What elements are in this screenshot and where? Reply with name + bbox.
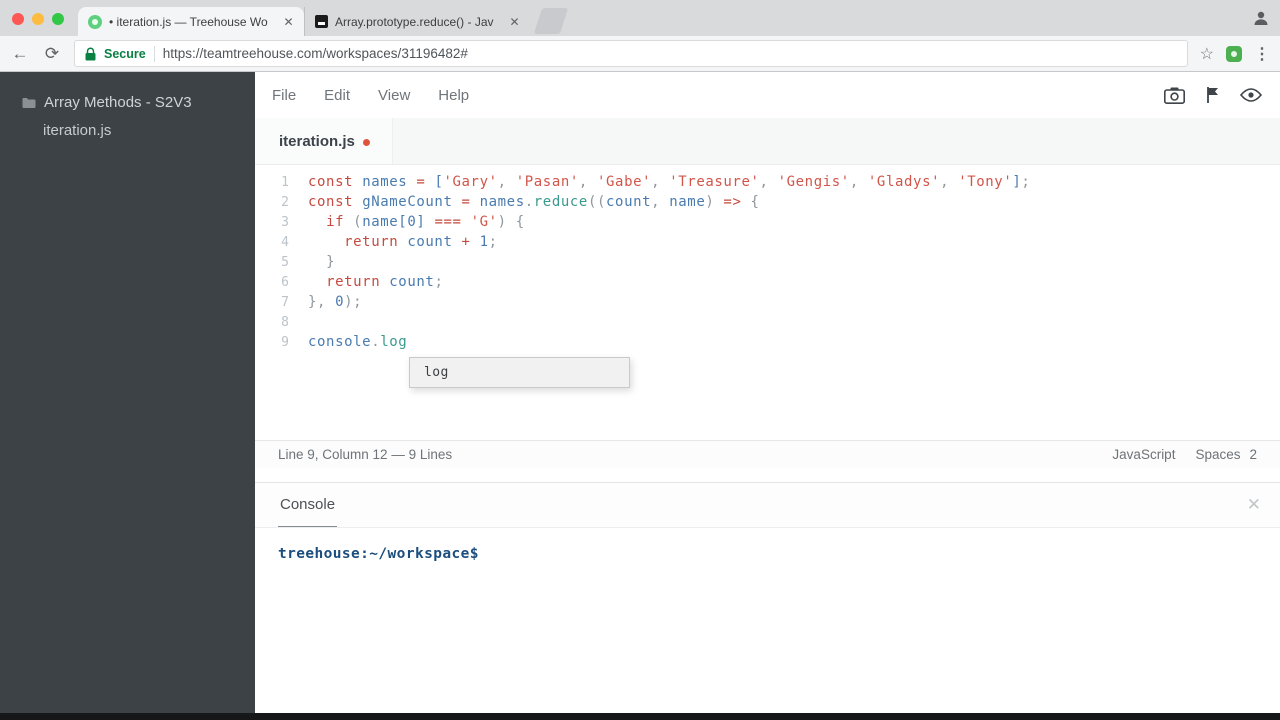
code-line[interactable]: 8	[255, 312, 1280, 332]
file-tree-sidebar: Array Methods - S2V3 iteration.js	[0, 72, 255, 720]
workspace-menubar: File Edit View Help	[255, 72, 1280, 118]
address-bar[interactable]: Secure https://teamtreehouse.com/workspa…	[74, 40, 1188, 67]
console-tab[interactable]: Console	[278, 483, 338, 527]
close-window-button[interactable]	[12, 13, 24, 25]
terminal-prompt: treehouse:~/workspace$	[278, 546, 479, 562]
tab-close-icon[interactable]: ✕	[281, 15, 296, 29]
editor-pane: File Edit View Help iteration.js 1 const…	[255, 72, 1280, 720]
editor-tab-iteration[interactable]: iteration.js	[255, 118, 393, 164]
cursor-position-text: Line 9, Column 12 — 9 Lines	[278, 447, 453, 462]
line-number: 9	[281, 334, 289, 350]
sidebar-item-project[interactable]: Array Methods - S2V3	[0, 94, 255, 111]
reload-icon[interactable]: ⟳	[42, 44, 62, 64]
preview-eye-icon[interactable]	[1240, 88, 1262, 102]
menubar-actions	[1164, 86, 1280, 104]
treehouse-favicon-icon	[88, 14, 102, 29]
code-text: const gNameCount = names.reduce((count, …	[308, 194, 760, 210]
code-text: }, 0);	[308, 294, 363, 310]
menu-help[interactable]: Help	[438, 87, 469, 104]
code-line[interactable]: 3 if (name[0] === 'G') {	[255, 212, 1280, 232]
code-text: }	[326, 254, 336, 270]
code-line[interactable]: 2 const gNameCount = names.reduce((count,…	[255, 192, 1280, 212]
tab-title: Array.prototype.reduce() - Jav	[335, 14, 494, 29]
back-icon[interactable]: ←	[10, 44, 30, 64]
snapshot-camera-icon[interactable]	[1164, 87, 1185, 104]
panel-gap	[255, 468, 1280, 482]
tab-title: • iteration.js — Treehouse Wo	[109, 14, 268, 29]
menu-file[interactable]: File	[272, 87, 296, 104]
browser-tabs: • iteration.js — Treehouse Wo ✕ Array.pr…	[78, 0, 569, 36]
browser-tab-strip: • iteration.js — Treehouse Wo ✕ Array.pr…	[0, 0, 1280, 36]
line-number: 1	[281, 174, 289, 190]
minimize-window-button[interactable]	[32, 13, 44, 25]
statusbar-right: JavaScript Spaces 2	[1112, 447, 1257, 462]
bottom-video-bar	[0, 713, 1280, 720]
bookmark-star-icon[interactable]: ☆	[1200, 44, 1214, 64]
line-number: 8	[281, 314, 289, 330]
workspace: Array Methods - S2V3 iteration.js File E…	[0, 72, 1280, 720]
code-line[interactable]: 6 return count;	[255, 272, 1280, 292]
tab-close-icon[interactable]: ✕	[507, 15, 522, 29]
code-line[interactable]: 4 return count + 1;	[255, 232, 1280, 252]
indent-size-selector[interactable]: 2	[1249, 447, 1257, 462]
language-mode-selector[interactable]: JavaScript	[1112, 447, 1175, 462]
line-number: 7	[281, 294, 289, 310]
code-text: return count;	[326, 274, 444, 290]
editor-tab-label: iteration.js	[279, 132, 355, 150]
browser-tab-mdn[interactable]: Array.prototype.reduce() - Jav ✕	[304, 7, 530, 36]
code-text: console.log	[308, 334, 408, 350]
project-name: Array Methods - S2V3	[44, 94, 192, 111]
line-number: 2	[281, 194, 289, 210]
line-number: 6	[281, 274, 289, 290]
lock-icon	[85, 47, 96, 60]
console-close-icon[interactable]: ✕	[1247, 495, 1261, 515]
window-controls	[12, 13, 64, 25]
line-number: 3	[281, 214, 289, 230]
editor-tabbar: iteration.js	[255, 118, 1280, 165]
code-text: if (name[0] === 'G') {	[326, 214, 525, 230]
unsaved-dot-icon	[362, 138, 370, 146]
mdn-favicon-icon	[315, 15, 328, 28]
console-header: Console ✕	[255, 482, 1280, 528]
menu-edit[interactable]: Edit	[324, 87, 350, 104]
autocomplete-item[interactable]: log	[410, 358, 629, 387]
menu-view[interactable]: View	[378, 87, 410, 104]
extension-icon[interactable]	[1226, 45, 1242, 62]
editor-statusbar: Line 9, Column 12 — 9 Lines JavaScript S…	[255, 440, 1280, 468]
fork-flag-icon[interactable]	[1206, 86, 1219, 104]
code-text: const names = ['Gary', 'Pasan', 'Gabe', …	[308, 174, 1031, 190]
browser-menu-icon[interactable]: ⋮	[1254, 44, 1270, 64]
browser-toolbar: ← ⟳ Secure https://teamtreehouse.com/wor…	[0, 36, 1280, 72]
url-text[interactable]: https://teamtreehouse.com/workspaces/311…	[163, 46, 1177, 61]
autocomplete-popup: log	[409, 357, 630, 388]
code-line[interactable]: 9 console.log	[255, 332, 1280, 352]
omnibox-divider	[153, 45, 155, 62]
folder-icon	[22, 97, 36, 108]
code-lines: 1 const names = ['Gary', 'Pasan', 'Gabe',…	[255, 172, 1280, 352]
line-number: 4	[281, 234, 289, 250]
line-number: 5	[281, 254, 289, 270]
indent-type-selector[interactable]: Spaces	[1195, 447, 1240, 462]
zoom-window-button[interactable]	[52, 13, 64, 25]
secure-badge[interactable]: Secure	[104, 47, 146, 61]
profile-icon[interactable]	[1252, 9, 1270, 27]
sidebar-item-file[interactable]: iteration.js	[0, 122, 255, 139]
code-editor[interactable]: 1 const names = ['Gary', 'Pasan', 'Gabe',…	[255, 165, 1280, 440]
new-tab-button[interactable]	[533, 8, 569, 34]
code-text: return count + 1;	[344, 234, 498, 250]
code-line[interactable]: 5 }	[255, 252, 1280, 272]
console-terminal[interactable]: treehouse:~/workspace$	[255, 528, 1280, 720]
code-line[interactable]: 7 }, 0);	[255, 292, 1280, 312]
code-line[interactable]: 1 const names = ['Gary', 'Pasan', 'Gabe',…	[255, 172, 1280, 192]
browser-tab-workspace[interactable]: • iteration.js — Treehouse Wo ✕	[78, 7, 304, 36]
